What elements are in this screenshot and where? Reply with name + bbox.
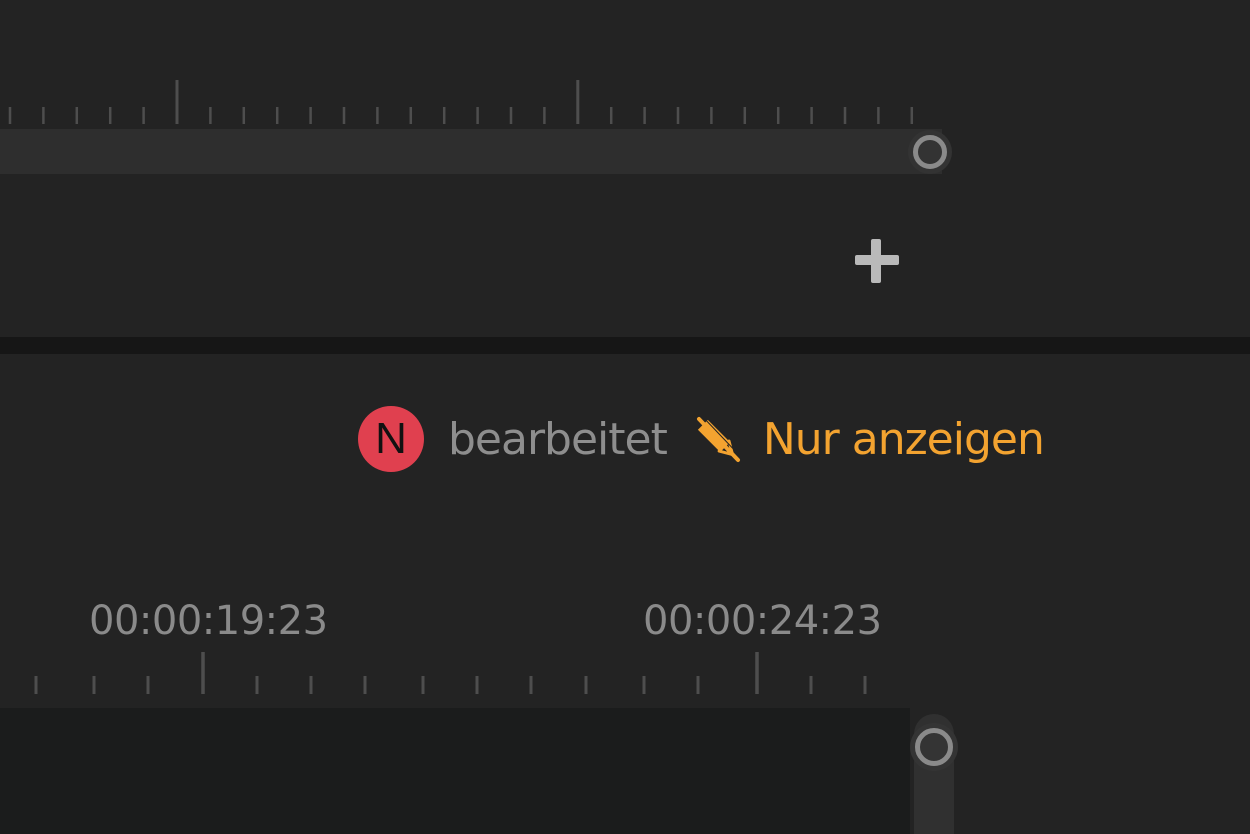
timecode-label: 00:00:24:23 xyxy=(643,598,882,644)
view-only-toggle[interactable]: Nur anzeigen xyxy=(691,413,1045,465)
timeline-scroll-handle[interactable] xyxy=(910,723,958,771)
edit-status-text: bearbeitet xyxy=(448,413,668,465)
timecode-label: 00:00:19:23 xyxy=(89,598,328,644)
plus-icon xyxy=(855,239,899,283)
video-editor-view: N bearbeitet Nur anzeigen 00:00:19:23 00… xyxy=(0,0,1250,834)
upper-timeline-panel xyxy=(0,0,1250,337)
user-avatar[interactable]: N xyxy=(358,406,424,472)
time-ruler-top[interactable] xyxy=(0,0,1250,128)
timeline-end-handle[interactable] xyxy=(908,130,952,174)
add-track-button[interactable] xyxy=(852,236,902,286)
clip-track-area[interactable] xyxy=(0,708,910,834)
panel-divider[interactable] xyxy=(0,337,1250,354)
time-ruler-bottom[interactable] xyxy=(0,650,1250,698)
view-only-label: Nur anzeigen xyxy=(762,413,1045,465)
collaboration-status: N bearbeitet Nur anzeigen xyxy=(358,406,1045,472)
lower-timeline-panel: N bearbeitet Nur anzeigen 00:00:19:23 00… xyxy=(0,354,1250,834)
timeline-track-bar[interactable] xyxy=(0,129,942,174)
pencil-crossed-icon xyxy=(696,415,742,462)
